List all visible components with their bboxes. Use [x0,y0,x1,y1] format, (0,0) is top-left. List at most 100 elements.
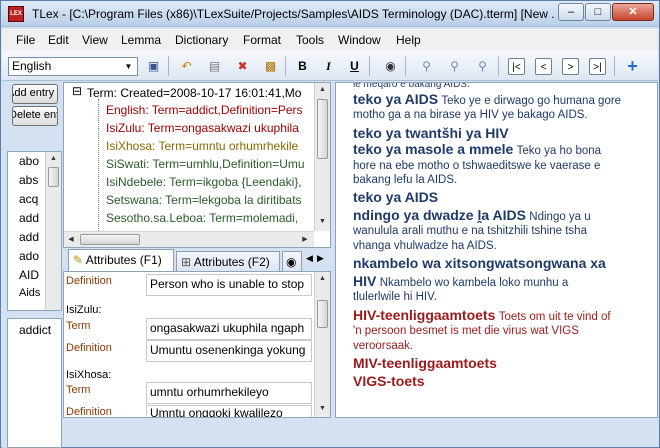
add-icon[interactable]: + [622,56,643,76]
field-label: Definition [66,342,112,354]
binoculars-icon: ◉ [286,255,297,269]
menu-edit[interactable]: Edit [48,33,69,47]
preview-panel[interactable]: le meqaro e bakang AIDS. teko ya AIDS Te… [335,82,658,418]
tree-vscrollbar[interactable]: ▲ ▼ [314,83,330,231]
tab-attributes-f2[interactable]: ⊞ Attributes (F2) [176,251,280,271]
bold-button[interactable]: B [292,56,313,76]
edit-field-icon[interactable]: ▤ [204,56,225,76]
preview-definition: Teko ya ho bona [516,145,602,157]
tree-item-sesotho[interactable]: Sesotho.sa.Leboa: Term=molemadi, [106,211,298,225]
scroll-thumb[interactable] [317,99,328,159]
selected-word-box[interactable]: addict [7,318,62,448]
tab-attributes-f1[interactable]: ✎ Attributes (F1) [68,249,174,271]
word-list[interactable]: abo abs acq add add ado AID Aids ▲ [7,151,62,311]
field-label: Definition [66,275,112,287]
list-item[interactable]: acq [19,192,38,206]
maximize-button[interactable]: □ [585,3,611,21]
entry-tree[interactable]: ⊟ Term: Created=2008-10-17 16:01:41,Mo E… [63,82,331,248]
delete-icon[interactable]: ✖ [232,56,253,76]
scroll-up-icon[interactable]: ▲ [46,152,61,166]
menu-file[interactable]: File [16,33,35,47]
menu-help[interactable]: Help [396,33,421,47]
tree-expand-icon[interactable]: ⊟ [72,84,82,98]
tree-item-isixhosa[interactable]: IsiXhosa: Term=umntu orhumrhekile [106,139,298,153]
term-field-isixhosa[interactable]: umntu orhumrhekileyo [146,382,312,404]
last-record-icon[interactable]: >| [589,58,606,75]
menu-tools[interactable]: Tools [296,33,324,47]
language-select[interactable]: English ▼ [8,57,138,76]
scroll-up-icon[interactable]: ▲ [315,272,330,286]
list-item[interactable]: abs [19,173,38,187]
attributes-panel: Definition Person who is unable to stop … [63,271,331,418]
scroll-right-icon[interactable]: ▶ [298,233,312,247]
tree-line [98,99,99,235]
binoculars-icon[interactable]: ◉ [380,56,401,76]
close-button[interactable]: ✕ [612,3,654,21]
list-item[interactable]: add [19,230,39,244]
list-item[interactable]: Aids [19,287,40,299]
preview-definition: motho ga a na birase ya HIV ye bakago AI… [353,109,588,121]
zoom-in-icon[interactable]: ⚲ [416,56,437,76]
tree-item-english[interactable]: English: Term=addict,Definition=Pers [106,103,303,117]
field-label: Term [66,320,91,332]
definition-field-isixhosa[interactable]: Umntu ongqoki kwalilezo [146,405,312,417]
scroll-thumb[interactable] [317,300,328,328]
chevron-down-icon: ▼ [124,62,133,71]
zoom-reset-icon[interactable]: ⚲ [472,56,493,76]
scroll-left-icon[interactable]: ◀ [64,233,78,247]
menu-dictionary[interactable]: Dictionary [175,33,228,47]
tab-scroll-left-icon[interactable]: ◀ [306,253,313,264]
tab-scroll-right-icon[interactable]: ▶ [317,253,324,264]
tab-label: Attributes (F2) [193,255,270,269]
tree-item-isindebele[interactable]: IsiNdebele: Term=ikgoba {Leendaki}, [106,175,302,189]
zoom-out-icon[interactable]: ⚲ [444,56,465,76]
left-pane: Add entry (...) Delete entry abo abs acq… [2,82,62,448]
image-icon[interactable]: ▩ [260,56,281,76]
tree-item-setswana[interactable]: Setswana: Term=lekgoba la diritibats [106,193,302,207]
definition-field-isizulu[interactable]: Umuntu osenenkinga yokung [146,340,312,362]
delete-entry-button[interactable]: Delete entry [12,106,58,126]
preview-definition: bakang lefu la AIDS. [353,174,458,186]
previous-record-icon[interactable]: < [535,58,552,75]
preview-definition: wanulula arali muthu e na tshitzhili tsh… [353,225,587,237]
tree-hscrollbar[interactable]: ◀ ▶ [64,231,314,247]
attributes-scrollbar[interactable]: ▲ ▼ [314,272,330,417]
next-record-icon[interactable]: > [562,58,579,75]
save-icon[interactable]: ▣ [143,56,164,76]
preview-term: VIGS-toets [353,373,425,389]
menu-lemma[interactable]: Lemma [121,33,161,47]
menu-window[interactable]: Window [338,33,381,47]
language-header-isixhosa: IsiXhosa: [66,369,112,381]
tree-item-isizulu[interactable]: IsiZulu: Term=ongasakwazi ukuphila [106,121,299,135]
tree-root[interactable]: Term: Created=2008-10-17 16:01:41,Mo [87,86,301,100]
first-record-icon[interactable]: |< [508,58,525,75]
term-field-isizulu[interactable]: ongasakwazi ukuphila ngaph [146,318,312,340]
italic-button[interactable]: I [318,56,339,76]
preview-term: HIV [353,273,377,289]
scroll-thumb[interactable] [48,167,59,187]
tab-search[interactable]: ◉ [282,251,302,271]
definition-field-english[interactable]: Person who is unable to stop [146,274,312,296]
list-item[interactable]: AID [19,268,39,282]
menu-bar: File Edit View Lemma Dictionary Format T… [2,29,658,51]
underline-button[interactable]: U [344,56,365,76]
scroll-down-icon[interactable]: ▼ [315,402,330,416]
menu-format[interactable]: Format [243,33,281,47]
minimize-button[interactable]: – [558,3,584,21]
undo-icon[interactable]: ↶ [176,56,197,76]
scroll-up-icon[interactable]: ▲ [315,83,330,97]
tree-item-siswati[interactable]: SiSwati: Term=umhlu,Definition=Umu [106,157,305,171]
list-item[interactable]: ado [19,249,39,263]
add-entry-label: Add entry (...) [13,87,57,99]
scroll-down-icon[interactable]: ▼ [315,215,330,229]
tab-label: Attributes (F1) [85,253,162,267]
scroll-thumb[interactable] [80,234,140,245]
title-bar[interactable]: LEX TLex - [C:\Program Files (x86)\TLexS… [1,1,659,27]
list-item[interactable]: add [19,211,39,225]
list-item[interactable]: abo [19,154,39,168]
preview-definition: hore na ebe motho o tshwaeditswe ke vaer… [353,160,601,172]
add-entry-button[interactable]: Add entry (...) [12,84,58,104]
menu-view[interactable]: View [82,33,108,47]
preview-definition: tlulerlwile hi HIV. [353,291,437,303]
word-list-scrollbar[interactable]: ▲ [45,152,61,310]
